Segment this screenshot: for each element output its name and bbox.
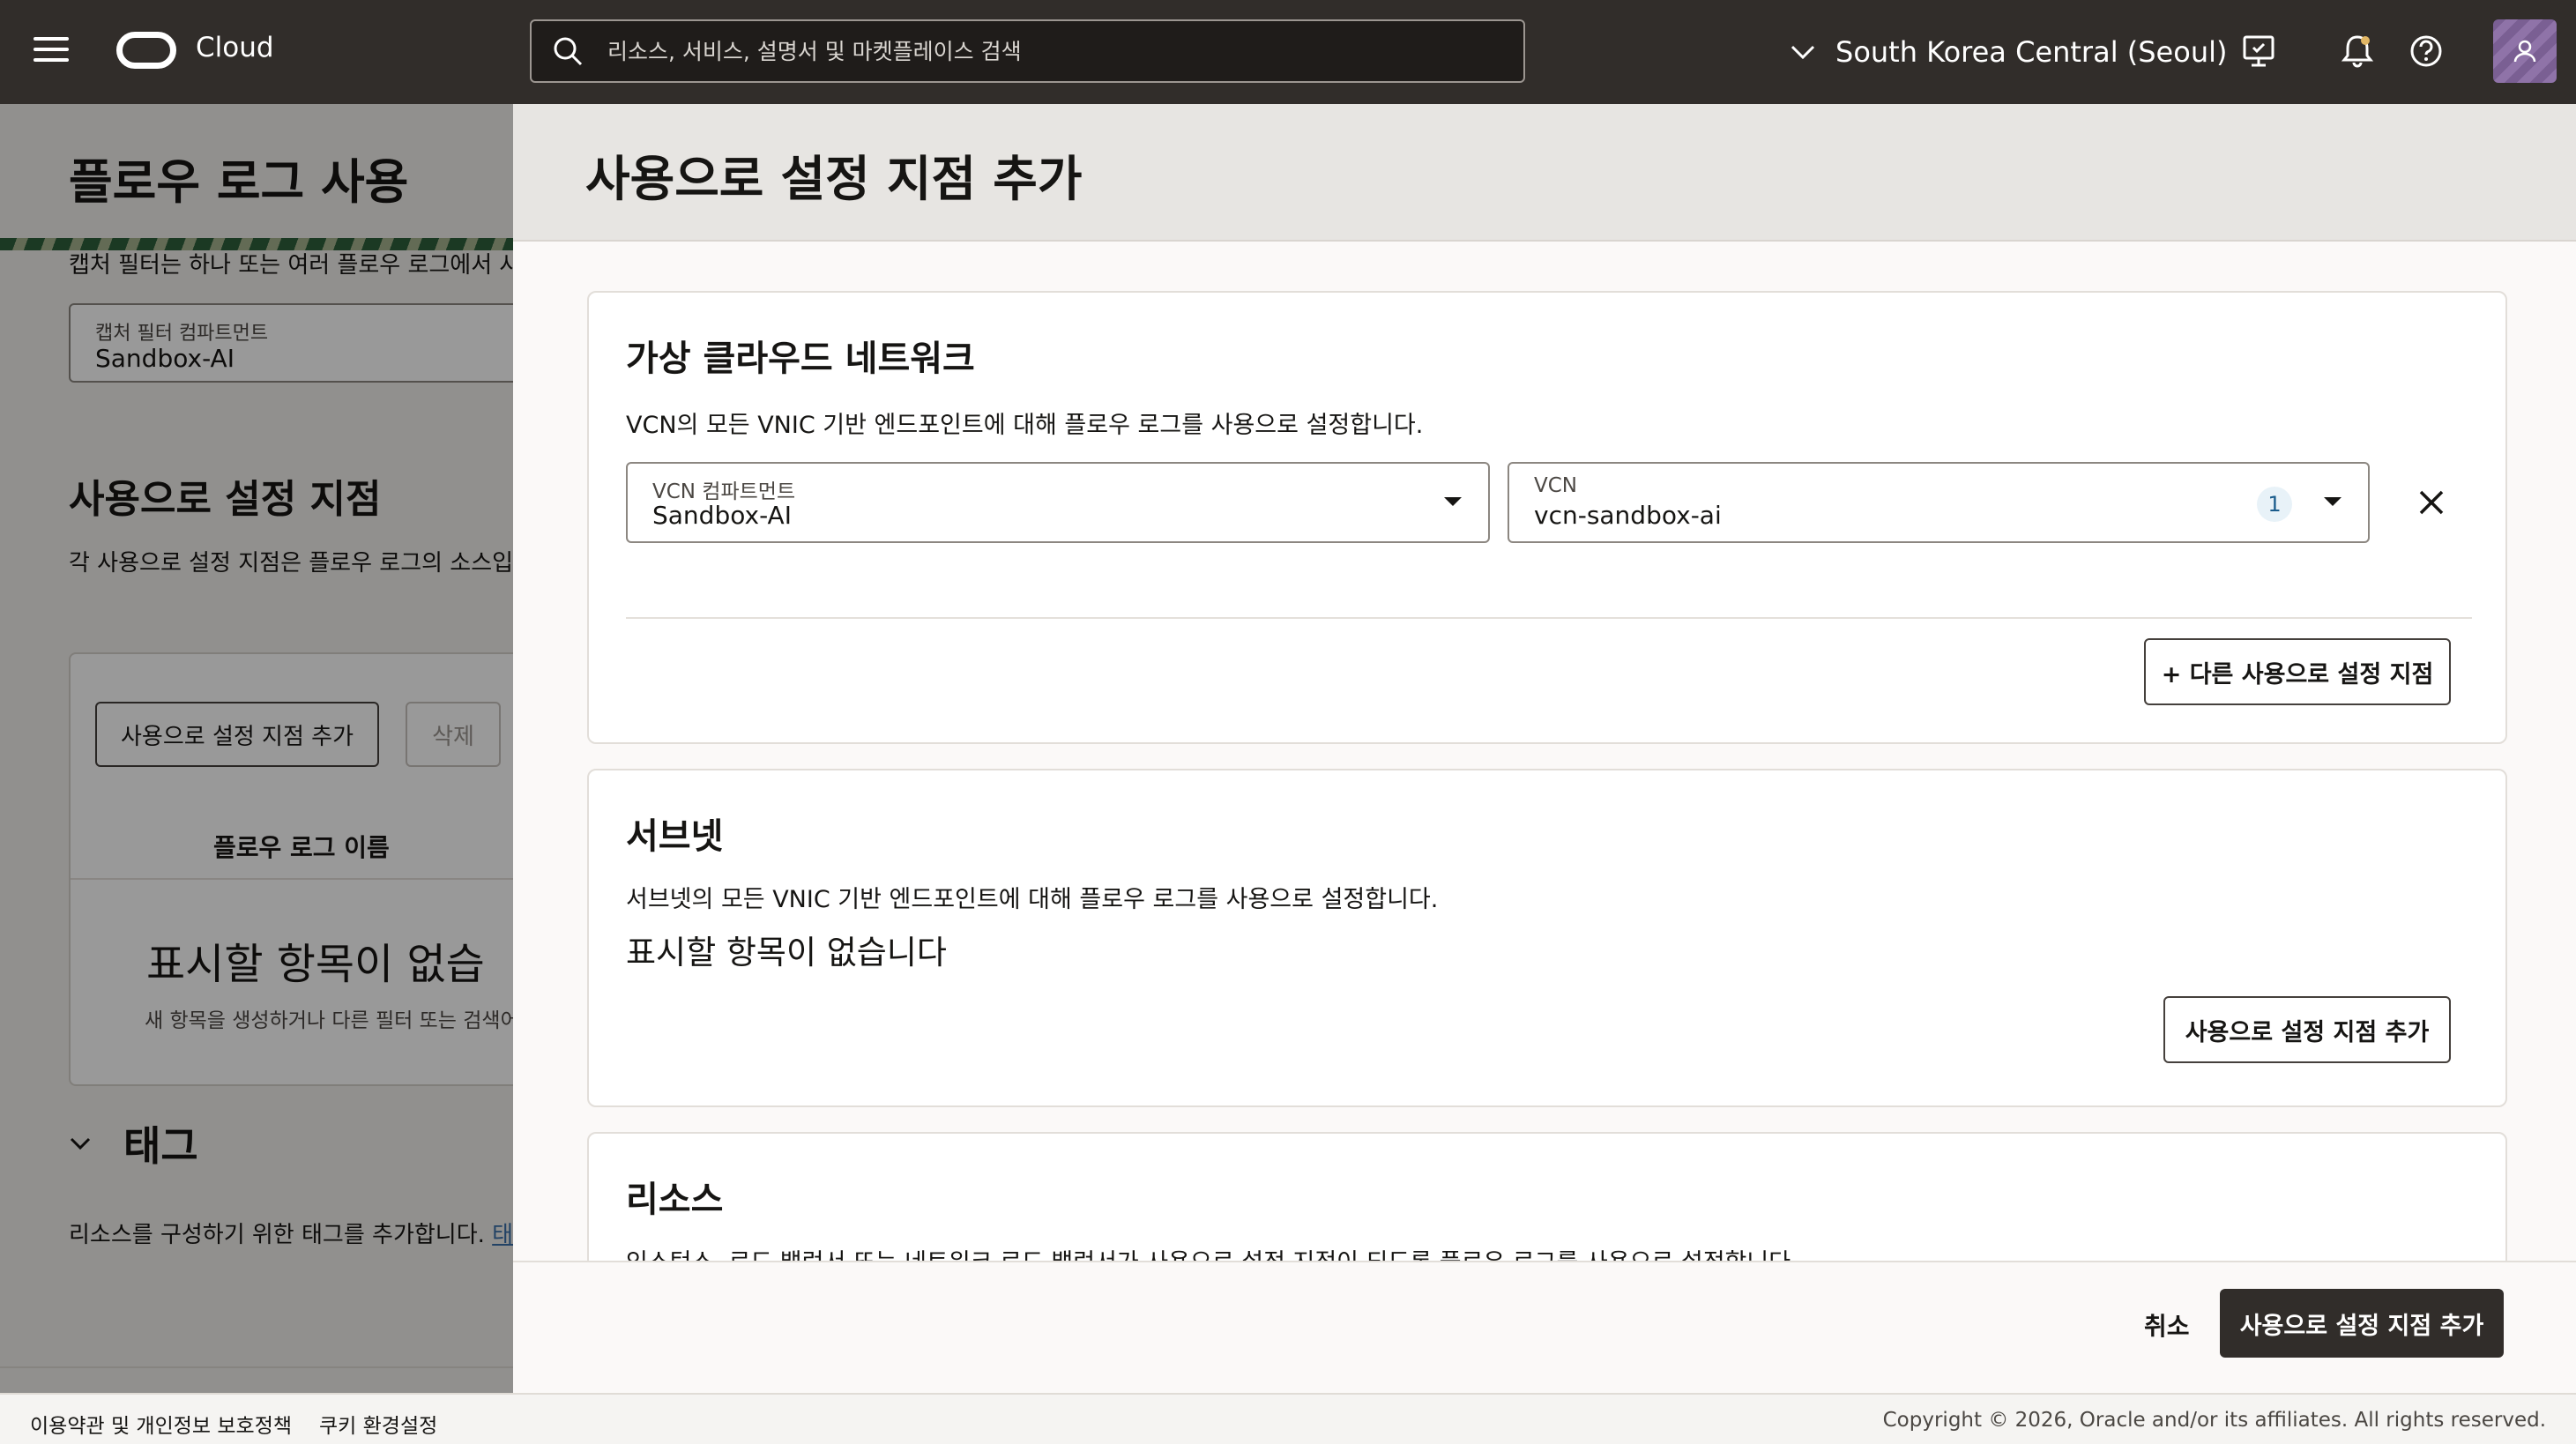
top-navigation-bar: Cloud South Korea Central (Seoul) (0, 0, 2576, 104)
region-selector[interactable]: South Korea Central (Seoul) (1790, 23, 2227, 81)
brand-name[interactable]: Cloud (196, 32, 274, 63)
vcn-compartment-value: Sandbox-AI (652, 501, 792, 530)
page-footer: 이용약관 및 개인정보 보호정책 쿠키 환경설정 Copyright © 202… (0, 1393, 2576, 1444)
resource-section-title: 리소스 (626, 1180, 724, 1220)
vcn-section-description: VCN의 모든 VNIC 기반 엔드포인트에 대해 플로우 로그를 사용으로 설… (626, 412, 1424, 439)
search-icon (554, 37, 583, 66)
search-input[interactable] (607, 33, 1489, 69)
hamburger-icon[interactable] (34, 37, 69, 67)
vcn-count-badge: 1 (2257, 487, 2292, 522)
add-another-enablement-point-button[interactable]: + 다른 사용으로 설정 지점 (2144, 638, 2451, 705)
cookie-preferences-link[interactable]: 쿠키 환경설정 (319, 1409, 437, 1439)
subnet-empty-state: 표시할 항목이 없습니다 (626, 934, 947, 971)
chevron-down-icon (1791, 45, 1815, 60)
profile-avatar[interactable] (2493, 19, 2557, 83)
caret-down-icon (1444, 497, 1462, 506)
user-icon (2513, 40, 2536, 63)
vcn-compartment-label: VCN 컴파트먼트 (652, 480, 796, 503)
drawer-title: 사용으로 설정 지점 추가 (585, 151, 1083, 207)
vcn-compartment-select[interactable]: VCN 컴파트먼트 Sandbox-AI (626, 462, 1490, 543)
add-enablement-point-drawer: 사용으로 설정 지점 추가 가상 클라우드 네트워크 VCN의 모든 VNIC … (513, 104, 2576, 1393)
drawer-header: 사용으로 설정 지점 추가 (513, 104, 2576, 242)
caret-down-icon (2324, 497, 2341, 506)
copyright-text: Copyright © 2026, Oracle and/or its affi… (1882, 1409, 2546, 1432)
vcn-select[interactable]: VCN vcn-sandbox-ai 1 (1508, 462, 2370, 543)
terms-privacy-link[interactable]: 이용약관 및 개인정보 보호정책 (30, 1409, 292, 1439)
vcn-section-title: 가상 클라우드 네트워크 (626, 339, 975, 379)
vcn-section-divider (626, 617, 2472, 619)
subnet-section-title: 서브넷 (626, 816, 724, 857)
region-label: South Korea Central (Seoul) (1835, 35, 2228, 69)
vcn-value: vcn-sandbox-ai (1534, 501, 1722, 530)
help-icon[interactable] (2407, 32, 2446, 71)
close-icon[interactable] (2414, 485, 2449, 520)
modal-overlay[interactable] (0, 104, 513, 1393)
bell-icon[interactable] (2338, 32, 2377, 71)
add-subnet-enablement-point-button[interactable]: 사용으로 설정 지점 추가 (2163, 996, 2451, 1063)
cancel-button[interactable]: 취소 (2118, 1291, 2216, 1359)
subnet-section-description: 서브넷의 모든 VNIC 기반 엔드포인트에 대해 플로우 로그를 사용으로 설… (626, 886, 1439, 913)
vcn-section: 가상 클라우드 네트워크 VCN의 모든 VNIC 기반 엔드포인트에 대해 플… (587, 291, 2507, 744)
oracle-logo-icon[interactable] (116, 32, 176, 69)
monitor-icon[interactable] (2239, 32, 2278, 71)
subnet-section: 서브넷 서브넷의 모든 VNIC 기반 엔드포인트에 대해 플로우 로그를 사용… (587, 769, 2507, 1107)
submit-add-enablement-point-button[interactable]: 사용으로 설정 지점 추가 (2220, 1289, 2504, 1358)
drawer-footer: 취소 사용으로 설정 지점 추가 (513, 1261, 2576, 1393)
global-search[interactable] (530, 19, 1525, 83)
vcn-label: VCN (1534, 474, 1577, 497)
